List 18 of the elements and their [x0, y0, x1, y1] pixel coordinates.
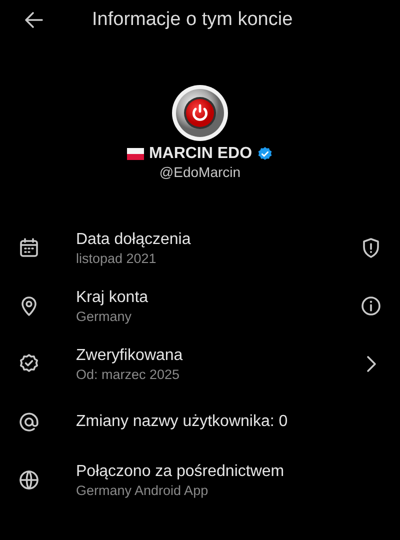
row-label: Połączono za pośrednictwem	[76, 462, 286, 480]
display-name: MARCIN EDO	[148, 145, 252, 163]
globe-icon	[17, 468, 41, 492]
info-icon[interactable]	[359, 294, 383, 318]
calendar-icon	[17, 236, 41, 260]
row-label: Zmiany nazwy użytkownika: 0	[76, 413, 289, 431]
row-label: Data dołączenia	[76, 230, 192, 248]
avatar	[171, 84, 229, 142]
row-label: Zweryfikowana	[76, 346, 184, 364]
at-sign-icon	[17, 410, 41, 434]
row-label: Kraj konta	[76, 288, 150, 306]
flag-icon	[126, 148, 144, 160]
row-detail: Germany	[76, 308, 133, 324]
row-detail: listopad 2021	[76, 250, 158, 266]
row-detail: Od: marzec 2025	[76, 366, 181, 382]
page-title: Informacje o tym koncie	[92, 9, 293, 31]
row-detail: Germany Android App	[76, 482, 210, 498]
username: @EdoMarcin	[159, 164, 241, 180]
